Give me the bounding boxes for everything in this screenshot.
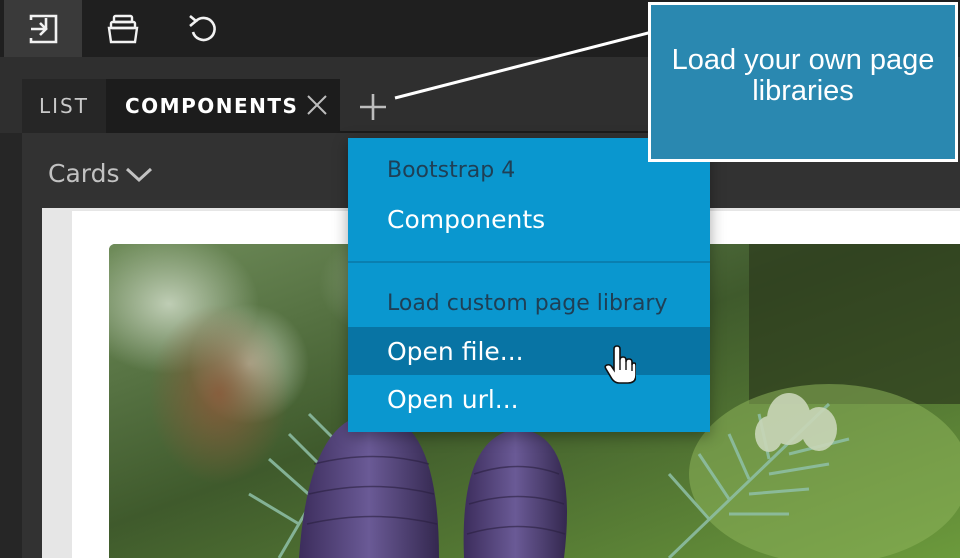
import-button[interactable] xyxy=(4,0,82,57)
library-button[interactable] xyxy=(84,0,162,57)
hand-cursor-icon xyxy=(604,345,636,384)
menu-heading-custom: Load custom page library xyxy=(387,291,668,316)
tab-list-label: LIST xyxy=(39,94,89,118)
tab-components[interactable]: COMPONENTS xyxy=(106,79,340,133)
menu-divider xyxy=(348,261,710,263)
app-window: LIST COMPONENTS Cards Bootstrap 4 Compon… xyxy=(0,0,960,558)
tab-components-label: COMPONENTS xyxy=(125,94,299,118)
category-dropdown[interactable]: Cards xyxy=(48,159,154,188)
library-menu: Bootstrap 4 Components Load custom page … xyxy=(348,138,710,432)
callout-text: Load your own page libraries xyxy=(671,44,935,107)
tab-list[interactable]: LIST xyxy=(22,79,106,133)
undo-icon xyxy=(189,14,216,41)
menu-item-open-url[interactable]: Open url... xyxy=(348,375,710,423)
side-strip xyxy=(0,133,22,558)
chevron-down-icon xyxy=(125,167,152,182)
menu-item-open-url-label: Open url... xyxy=(387,384,519,414)
menu-item-components-label: Components xyxy=(387,204,546,234)
menu-item-open-file[interactable]: Open file... xyxy=(348,327,710,375)
menu-item-open-file-label: Open file... xyxy=(387,336,524,366)
plus-icon[interactable] xyxy=(356,90,390,124)
close-icon[interactable] xyxy=(306,94,328,116)
menu-heading-bootstrap: Bootstrap 4 xyxy=(387,158,516,183)
menu-item-components[interactable]: Components xyxy=(348,195,710,243)
library-icon xyxy=(107,14,139,43)
category-label: Cards xyxy=(48,159,120,188)
import-icon xyxy=(29,14,58,43)
undo-button[interactable] xyxy=(164,0,242,57)
callout-box: Load your own page libraries xyxy=(648,2,958,162)
